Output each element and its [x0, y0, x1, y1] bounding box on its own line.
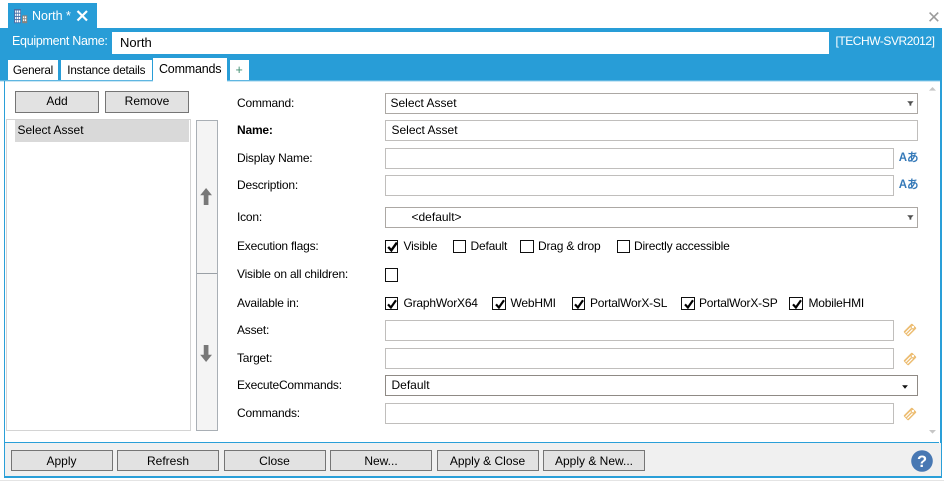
svg-text:?: ?	[917, 452, 927, 470]
